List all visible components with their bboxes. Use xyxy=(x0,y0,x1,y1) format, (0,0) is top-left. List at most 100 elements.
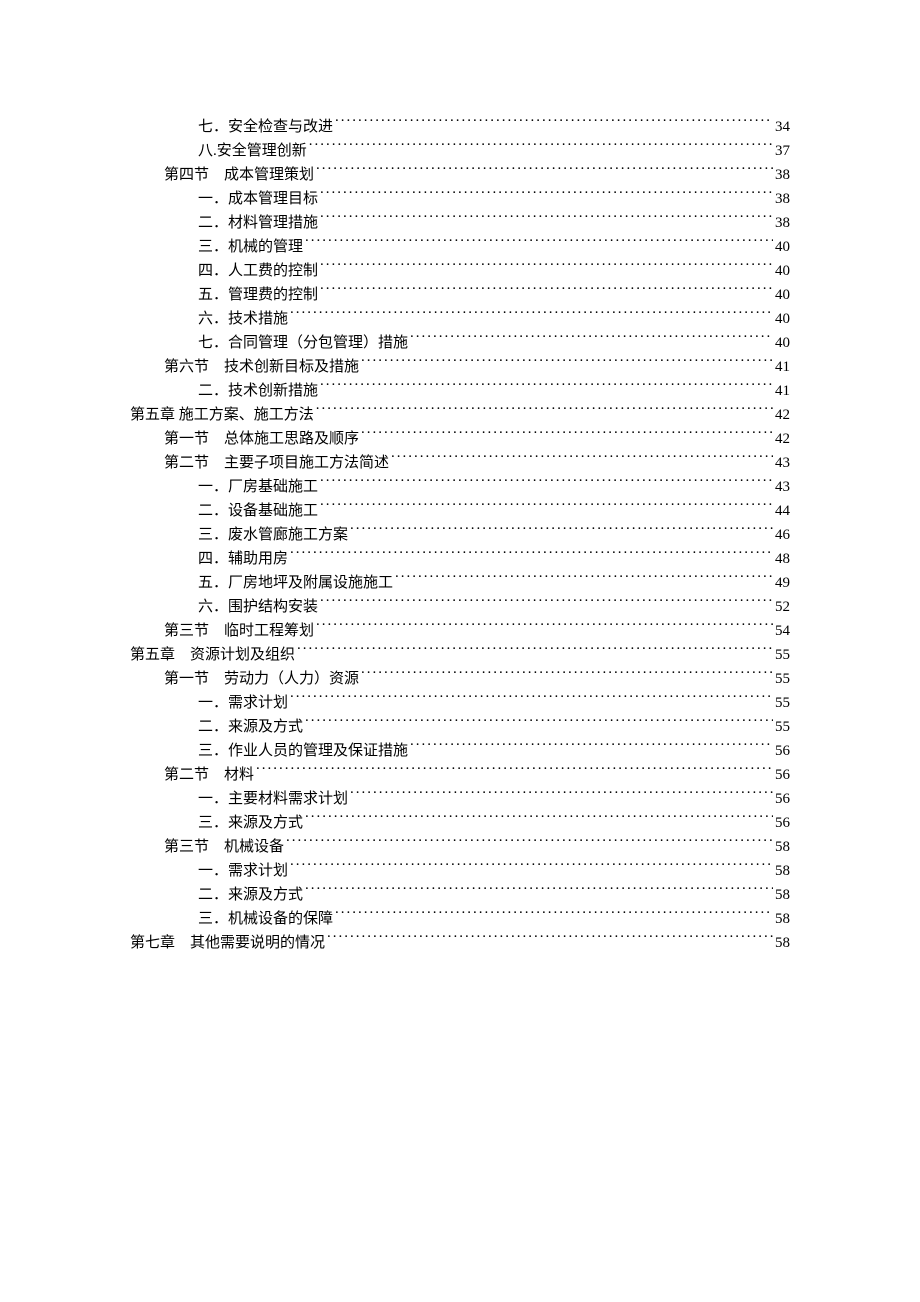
toc-entry-label: 第六节 技术创新目标及措施 xyxy=(164,355,359,379)
toc-entry-label: 三．作业人员的管理及保证措施 xyxy=(198,739,408,763)
toc-entry-label: 七．安全检查与改进 xyxy=(198,115,333,139)
toc-entry-page: 55 xyxy=(775,643,790,667)
toc-entry-label: 三．废水管廊施工方案 xyxy=(198,523,348,547)
toc-entry-page: 46 xyxy=(775,523,790,547)
toc-entry-label: 五．厂房地坪及附属设施施工 xyxy=(198,571,393,595)
toc-entry-page: 40 xyxy=(775,259,790,283)
toc-leader-dots xyxy=(335,908,773,923)
toc-leader-dots xyxy=(395,572,773,587)
toc-entry-page: 41 xyxy=(775,355,790,379)
toc-entry-label: 三．机械设备的保障 xyxy=(198,907,333,931)
toc-entry-label: 二．技术创新措施 xyxy=(198,379,318,403)
toc-entry-page: 40 xyxy=(775,235,790,259)
toc-entry-page: 55 xyxy=(775,691,790,715)
toc-entry-page: 56 xyxy=(775,739,790,763)
toc-entry: 六．技术措施40 xyxy=(130,307,790,331)
toc-entry: 六．围护结构安装 52 xyxy=(130,595,790,619)
table-of-contents: 七．安全检查与改进34八.安全管理创新37第四节 成本管理策划38一．成本管理目… xyxy=(130,115,790,955)
toc-entry-page: 58 xyxy=(775,883,790,907)
toc-entry-page: 58 xyxy=(775,907,790,931)
toc-entry-page: 43 xyxy=(775,475,790,499)
toc-entry: 第二节 主要子项目施工方法简述43 xyxy=(130,451,790,475)
toc-entry-page: 42 xyxy=(775,403,790,427)
toc-entry-label: 五．管理费的控制 xyxy=(198,283,318,307)
toc-entry-label: 第五章 资源计划及组织 xyxy=(130,643,295,667)
toc-leader-dots xyxy=(320,500,773,515)
toc-entry-label: 第三节 机械设备 xyxy=(164,835,284,859)
toc-entry: 一．成本管理目标38 xyxy=(130,187,790,211)
toc-entry-label: 第四节 成本管理策划 xyxy=(164,163,314,187)
toc-entry-page: 56 xyxy=(775,811,790,835)
toc-entry-label: 一．主要材料需求计划 xyxy=(198,787,348,811)
toc-entry-label: 第一节 总体施工思路及顺序 xyxy=(164,427,359,451)
toc-entry: 第三节 临时工程筹划54 xyxy=(130,619,790,643)
toc-entry: 七．合同管理（分包管理）措施40 xyxy=(130,331,790,355)
toc-entry-page: 56 xyxy=(775,763,790,787)
toc-entry: 三．作业人员的管理及保证措施 56 xyxy=(130,739,790,763)
toc-entry: 一．厂房基础施工 43 xyxy=(130,475,790,499)
toc-entry: 第五章 资源计划及组织 55 xyxy=(130,643,790,667)
toc-leader-dots xyxy=(290,308,773,323)
toc-leader-dots xyxy=(320,596,773,611)
toc-leader-dots xyxy=(290,860,773,875)
toc-entry-label: 二．来源及方式 xyxy=(198,715,303,739)
toc-entry: 第一节 劳动力（人力）资源 55 xyxy=(130,667,790,691)
toc-entry-page: 37 xyxy=(775,139,790,163)
toc-entry: 三．机械设备的保障 58 xyxy=(130,907,790,931)
toc-entry: 第七章 其他需要说明的情况 58 xyxy=(130,931,790,955)
toc-entry: 一．需求计划 55 xyxy=(130,691,790,715)
toc-leader-dots xyxy=(320,188,773,203)
toc-entry-label: 二．来源及方式 xyxy=(198,883,303,907)
toc-entry-page: 44 xyxy=(775,499,790,523)
toc-leader-dots xyxy=(335,116,773,131)
toc-entry-label: 第一节 劳动力（人力）资源 xyxy=(164,667,359,691)
toc-entry: 五．管理费的控制 40 xyxy=(130,283,790,307)
toc-entry: 三．来源及方式56 xyxy=(130,811,790,835)
toc-entry-label: 第七章 其他需要说明的情况 xyxy=(130,931,325,955)
toc-entry: 四．人工费的控制 40 xyxy=(130,259,790,283)
toc-entry-page: 40 xyxy=(775,283,790,307)
toc-entry-label: 一．成本管理目标 xyxy=(198,187,318,211)
toc-entry: 三．机械的管理 40 xyxy=(130,235,790,259)
toc-entry: 四．辅助用房48 xyxy=(130,547,790,571)
toc-leader-dots xyxy=(320,380,773,395)
toc-leader-dots xyxy=(305,884,773,899)
toc-entry-label: 三．机械的管理 xyxy=(198,235,303,259)
toc-entry-page: 55 xyxy=(775,715,790,739)
toc-entry-label: 八.安全管理创新 xyxy=(198,139,307,163)
toc-leader-dots xyxy=(290,692,773,707)
toc-entry-page: 55 xyxy=(775,667,790,691)
toc-leader-dots xyxy=(320,212,773,227)
toc-entry-page: 58 xyxy=(775,931,790,955)
toc-entry-label: 一．需求计划 xyxy=(198,691,288,715)
toc-entry-label: 第二节 材料 xyxy=(164,763,254,787)
toc-entry-label: 四．人工费的控制 xyxy=(198,259,318,283)
toc-leader-dots xyxy=(305,812,773,827)
toc-entry: 第二节 材料 56 xyxy=(130,763,790,787)
toc-entry-label: 第五章 施工方案、施工方法 xyxy=(130,403,314,427)
toc-entry: 八.安全管理创新 37 xyxy=(130,139,790,163)
toc-entry: 一．主要材料需求计划56 xyxy=(130,787,790,811)
toc-leader-dots xyxy=(320,476,773,491)
toc-entry-label: 一．厂房基础施工 xyxy=(198,475,318,499)
toc-entry: 二．技术创新措施41 xyxy=(130,379,790,403)
toc-entry-page: 58 xyxy=(775,835,790,859)
toc-entry-label: 一．需求计划 xyxy=(198,859,288,883)
toc-leader-dots xyxy=(316,404,773,419)
toc-entry-page: 58 xyxy=(775,859,790,883)
toc-leader-dots xyxy=(350,788,773,803)
toc-entry-page: 52 xyxy=(775,595,790,619)
toc-leader-dots xyxy=(327,932,773,947)
toc-entry-page: 40 xyxy=(775,331,790,355)
toc-entry-page: 40 xyxy=(775,307,790,331)
toc-entry-page: 34 xyxy=(775,115,790,139)
toc-leader-dots xyxy=(391,452,773,467)
toc-entry-label: 六．围护结构安装 xyxy=(198,595,318,619)
toc-entry-page: 49 xyxy=(775,571,790,595)
toc-entry: 第五章 施工方案、施工方法 42 xyxy=(130,403,790,427)
toc-leader-dots xyxy=(361,428,773,443)
toc-leader-dots xyxy=(320,284,773,299)
toc-leader-dots xyxy=(316,620,773,635)
toc-entry-page: 43 xyxy=(775,451,790,475)
toc-entry-page: 54 xyxy=(775,619,790,643)
